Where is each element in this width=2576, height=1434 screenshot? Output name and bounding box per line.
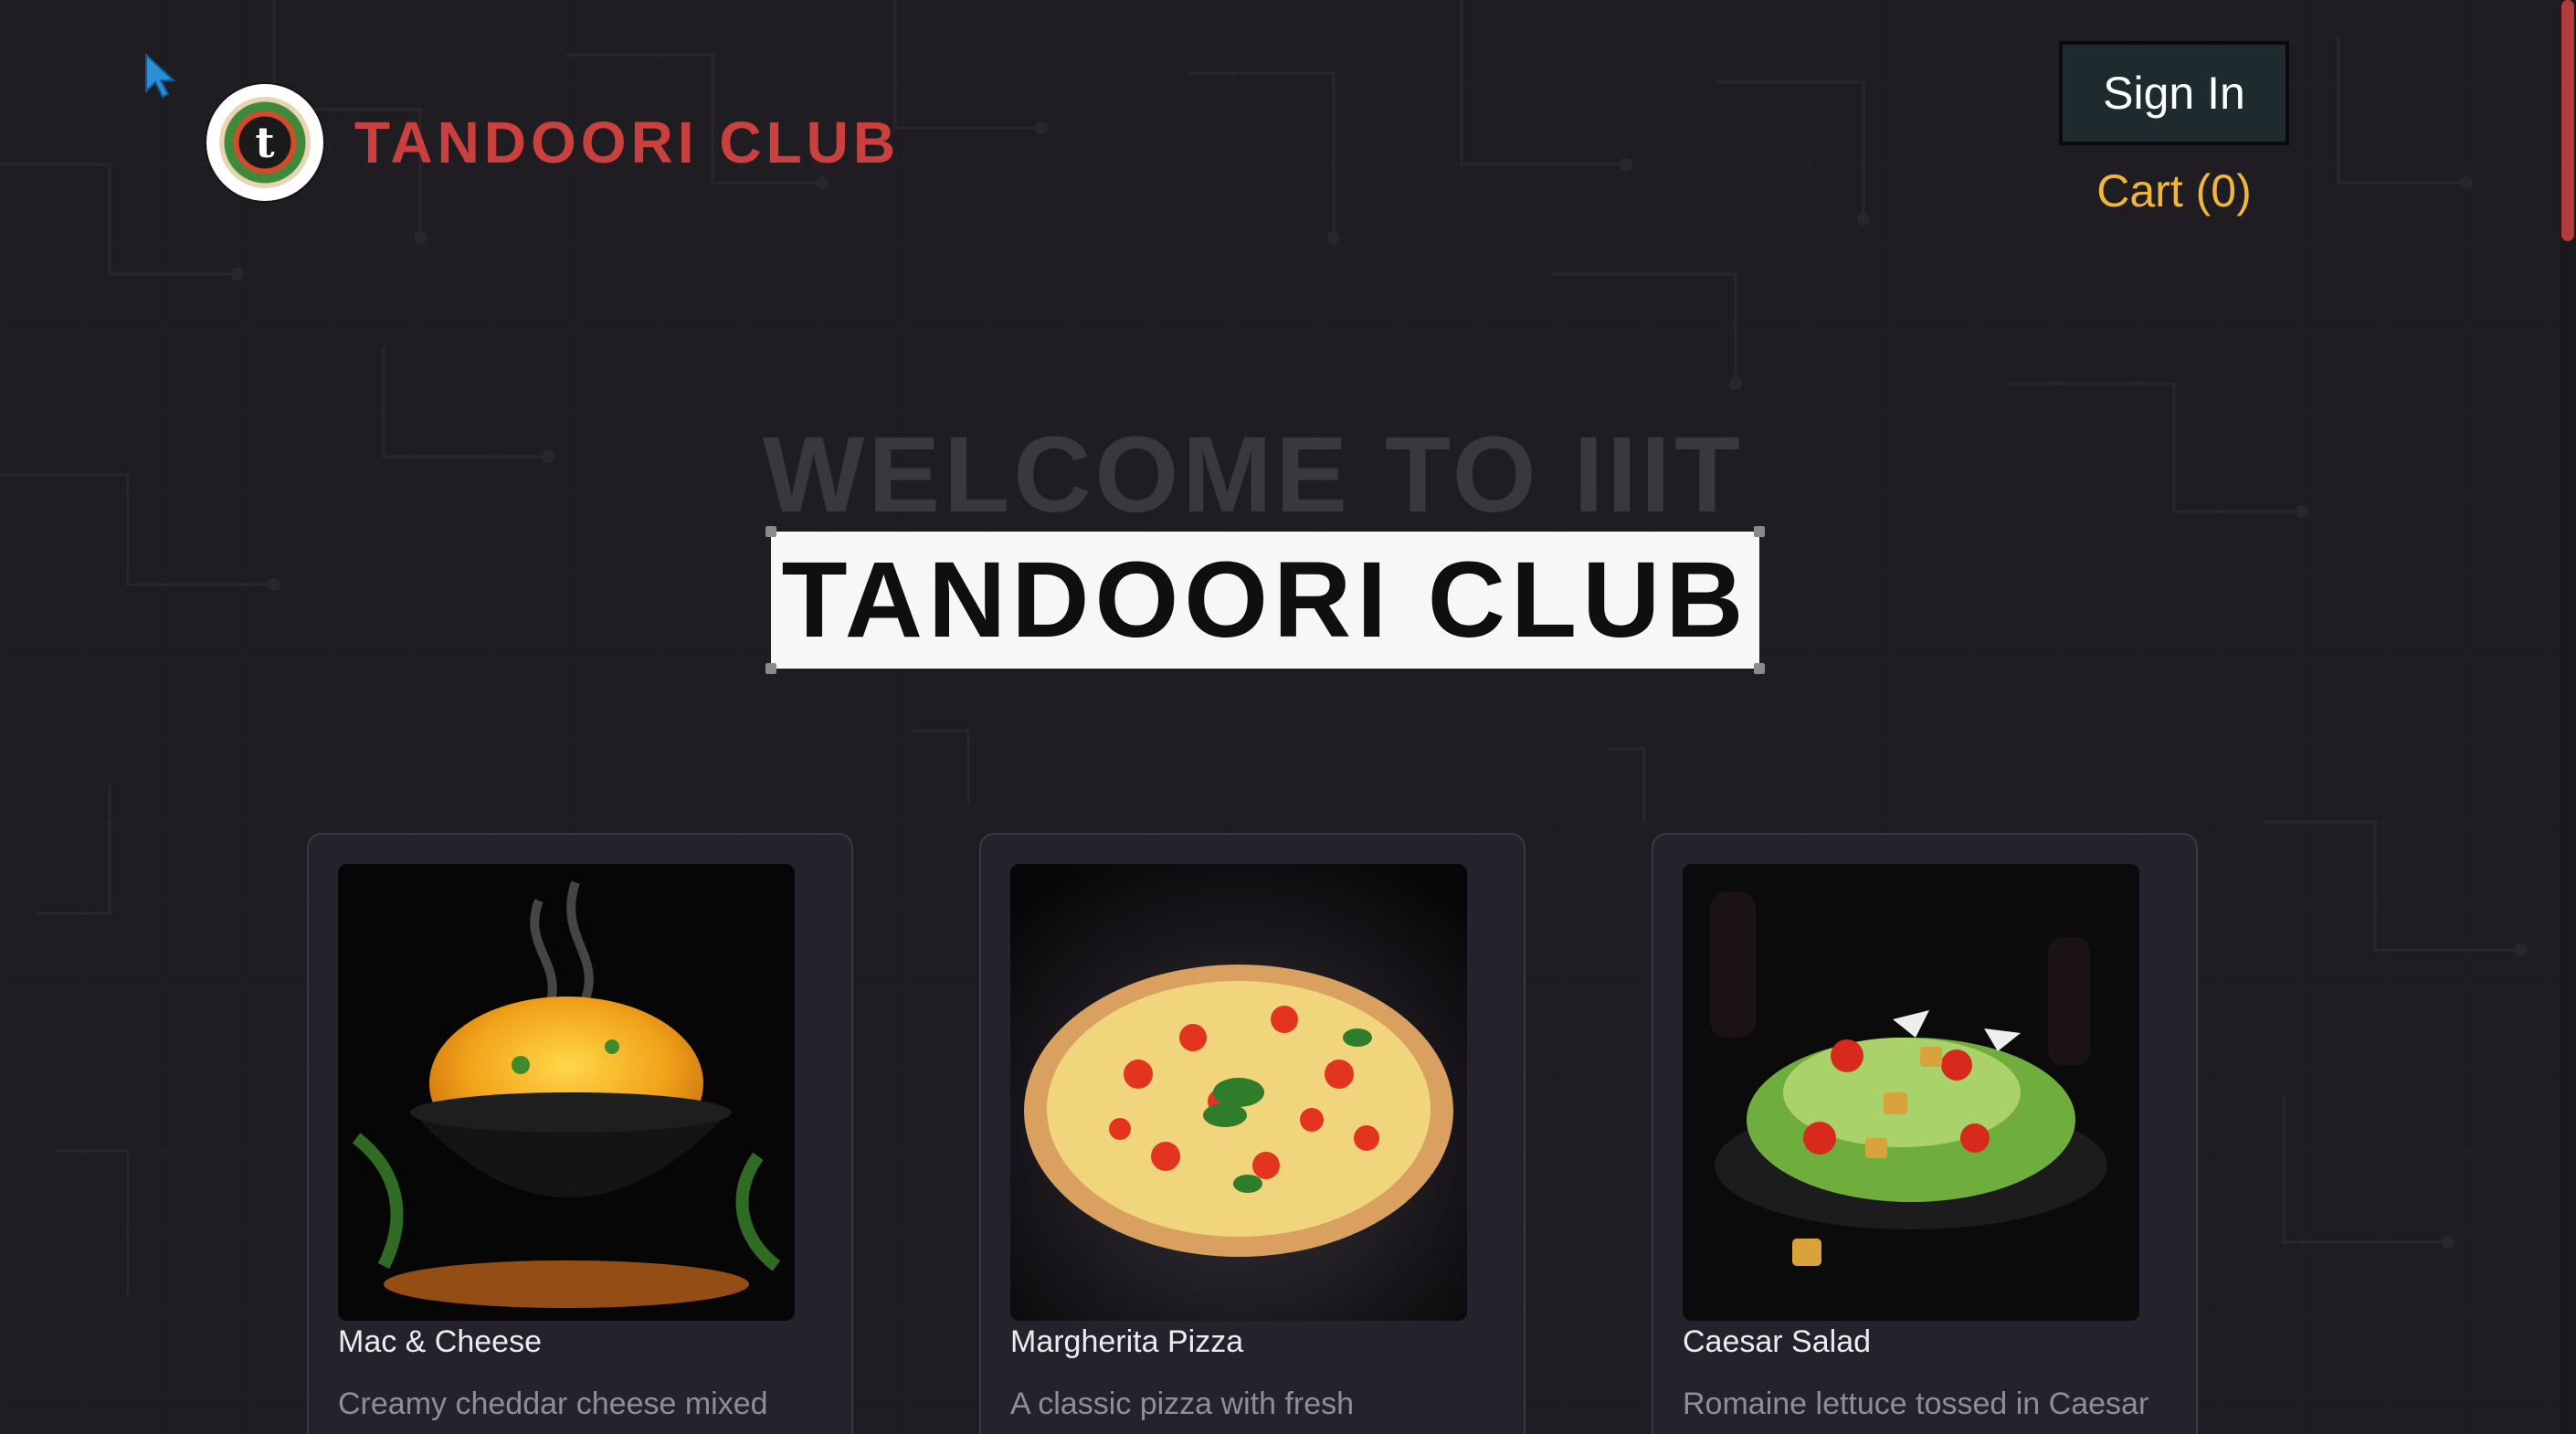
selection-handle bbox=[1754, 526, 1765, 537]
menu-card-description: A classic pizza with fresh bbox=[1010, 1387, 1355, 1421]
selection-handle bbox=[765, 526, 776, 537]
menu-card-caesar-salad[interactable]: Caesar Salad Romaine lettuce tossed in C… bbox=[1652, 833, 2198, 1434]
logo-icon: t bbox=[206, 84, 323, 201]
hero-title-box: TANDOORI CLUB bbox=[765, 526, 1765, 674]
brand[interactable]: t TANDOORI CLUB bbox=[206, 84, 900, 201]
scrollbar[interactable] bbox=[2560, 0, 2576, 1434]
menu-card-description: Creamy cheddar cheese mixed with bbox=[338, 1387, 768, 1434]
menu-card-title: Margherita Pizza bbox=[1010, 1324, 1244, 1359]
pizza-image bbox=[1010, 864, 1467, 1321]
hero-welcome: WELCOME TO IIIT bbox=[763, 415, 1744, 535]
menu-card-title: Mac & Cheese bbox=[338, 1324, 542, 1359]
selection-handle bbox=[1754, 663, 1765, 674]
selection-handle bbox=[765, 663, 776, 674]
brand-name: TANDOORI CLUB bbox=[354, 110, 901, 175]
sign-in-button[interactable]: Sign In bbox=[2059, 41, 2289, 145]
scrollbar-thumb[interactable] bbox=[2561, 0, 2574, 241]
logo-letter: t bbox=[255, 118, 275, 167]
mac-and-cheese-image bbox=[338, 864, 795, 1321]
menu-card-title: Caesar Salad bbox=[1683, 1324, 1872, 1359]
menu-card-description: Romaine lettuce tossed in Caesar bbox=[1683, 1387, 2149, 1421]
cart-link[interactable]: Cart (0) bbox=[2059, 164, 2289, 217]
salad-image bbox=[1683, 864, 2139, 1321]
hero-title: TANDOORI CLUB bbox=[781, 540, 1749, 660]
menu-card-margherita-pizza[interactable]: Margherita Pizza A classic pizza with fr… bbox=[979, 833, 1526, 1434]
page: t TANDOORI CLUB Sign In Cart (0) WELCOME… bbox=[0, 0, 2576, 1434]
menu-card-mac-and-cheese[interactable]: Mac & Cheese Creamy cheddar cheese mixed… bbox=[307, 833, 853, 1434]
mouse-cursor-icon bbox=[145, 53, 176, 99]
